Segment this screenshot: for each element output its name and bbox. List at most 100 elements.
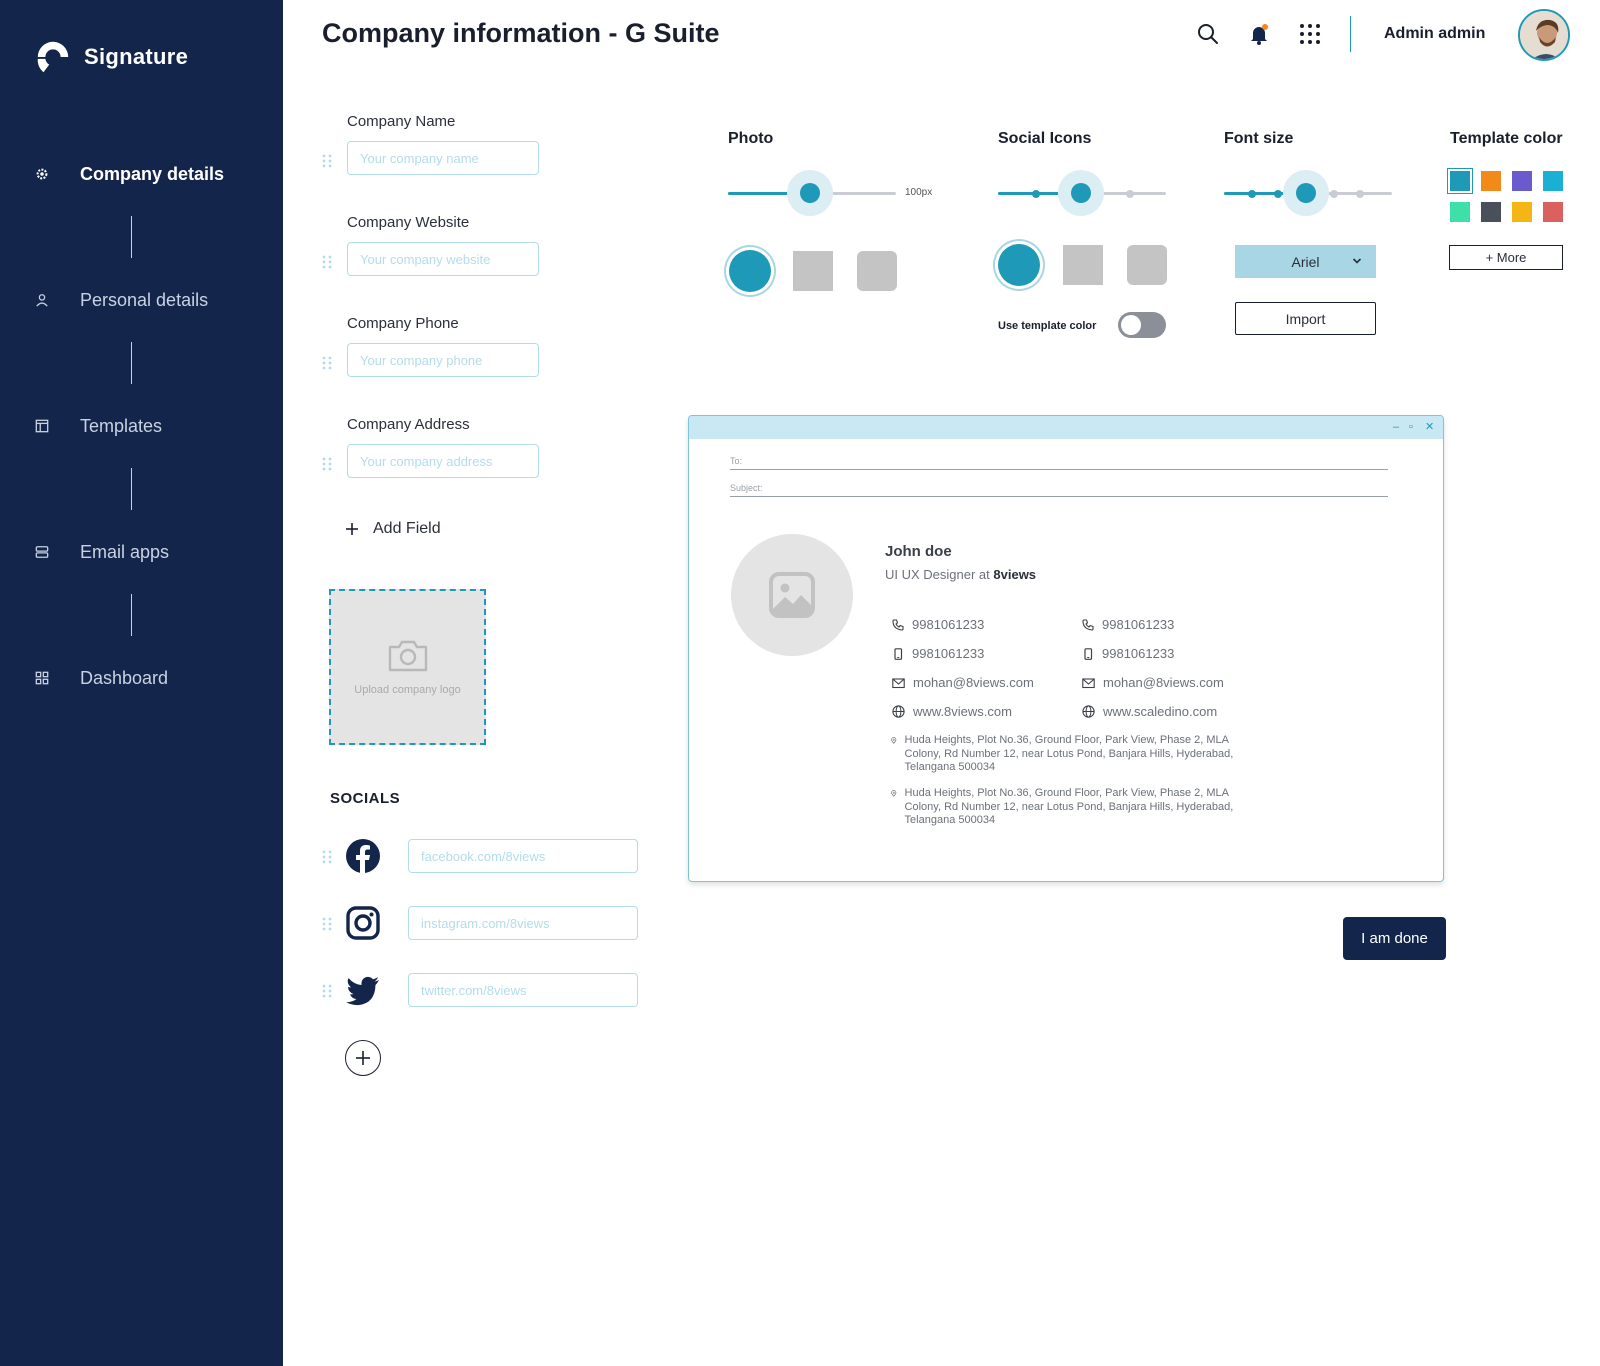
subject-field[interactable]: Subject: (730, 473, 1388, 497)
drag-handle-icon[interactable] (322, 457, 332, 471)
photo-shape-rounded[interactable] (857, 251, 897, 291)
signature-role: UI UX Designer at 8views (885, 567, 1036, 582)
social-shape-rounded[interactable] (1127, 245, 1167, 285)
sidebar-item-email-apps[interactable]: Email apps (34, 534, 169, 570)
color-swatch[interactable] (1481, 171, 1501, 191)
sidebar-item-label: Email apps (80, 541, 170, 562)
color-swatch[interactable] (1450, 202, 1470, 222)
to-field[interactable]: To: (730, 446, 1388, 470)
mail-icon (892, 677, 905, 688)
signature-mobile: 9981061233 (892, 646, 984, 661)
nav-connector (131, 594, 132, 636)
drag-handle-icon[interactable] (322, 850, 332, 864)
color-swatch[interactable] (1543, 202, 1563, 222)
preview-title-bar: – ▫ ✕ (689, 416, 1443, 439)
social-shape-square[interactable] (1063, 245, 1103, 285)
notification-bell-icon[interactable] (1247, 22, 1271, 46)
slider-knob[interactable] (1071, 183, 1091, 203)
facebook-icon (346, 839, 380, 873)
user-name[interactable]: Admin admin (1384, 25, 1485, 43)
font-family-value: Ariel (1291, 253, 1320, 270)
address-text: Huda Heights, Plot No.36, Ground Floor, … (904, 734, 1234, 773)
instagram-url-input[interactable] (408, 906, 638, 940)
phone-text: 9981061233 (1102, 617, 1175, 632)
brand[interactable]: Signature (34, 38, 188, 76)
photo-shape-square[interactable] (793, 251, 833, 291)
company-website-label: Company Website (347, 214, 470, 231)
color-swatch[interactable] (1543, 171, 1563, 191)
stack-icon (34, 544, 50, 560)
more-colors-button[interactable]: + More (1449, 245, 1563, 270)
drag-handle-icon[interactable] (322, 984, 332, 998)
drag-handle-icon[interactable] (322, 154, 332, 168)
color-swatch[interactable] (1512, 171, 1532, 191)
upload-logo-dropzone[interactable]: Upload company logo (329, 589, 486, 745)
company-address-label: Company Address (347, 416, 470, 433)
mobile-text: 9981061233 (1102, 646, 1175, 661)
location-pin-icon (891, 737, 897, 744)
close-icon[interactable]: ✕ (1425, 420, 1434, 434)
company-name-label: Company Name (347, 113, 456, 130)
photo-shape-circle[interactable] (729, 250, 771, 292)
signature-address: Huda Heights, Plot No.36, Ground Floor, … (891, 734, 1251, 775)
company-phone-input[interactable] (347, 343, 539, 377)
drag-handle-icon[interactable] (322, 255, 332, 269)
plus-icon (346, 523, 358, 535)
signature-photo-placeholder (731, 534, 853, 656)
add-social-button[interactable] (345, 1040, 381, 1076)
signature-phone: 9981061233 (892, 617, 984, 632)
sidebar-item-company-details[interactable]: Company details (34, 156, 224, 192)
sidebar-item-personal-details[interactable]: Personal details (34, 282, 208, 318)
add-field-button[interactable]: Add Field (345, 520, 441, 538)
user-icon (34, 292, 50, 308)
sidebar-item-templates[interactable]: Templates (34, 408, 162, 444)
color-swatch[interactable] (1481, 202, 1501, 222)
signature-logo-icon (37, 41, 69, 73)
slider-step (1274, 190, 1282, 198)
instagram-icon (346, 906, 380, 940)
slider-knob[interactable] (1296, 183, 1316, 203)
notification-dot (1262, 24, 1268, 30)
social-icons-title: Social Icons (998, 130, 1092, 147)
avatar[interactable] (1518, 9, 1570, 61)
image-placeholder-icon (769, 572, 815, 618)
slider-step (1126, 190, 1134, 198)
social-shape-circle[interactable] (998, 244, 1040, 286)
website-text: www.scaledino.com (1103, 704, 1218, 719)
search-icon[interactable] (1196, 22, 1220, 46)
nav-connector (131, 468, 132, 510)
sidebar-item-label: Personal details (80, 289, 209, 310)
color-swatch[interactable] (1512, 202, 1532, 222)
template-icon (34, 418, 50, 434)
facebook-url-input[interactable] (408, 839, 638, 873)
template-color-title: Template color (1450, 130, 1563, 147)
header-divider (1350, 16, 1351, 52)
mobile-icon (1084, 647, 1093, 660)
company-address-input[interactable] (347, 444, 539, 478)
photo-title: Photo (728, 130, 774, 147)
email-text: mohan@8views.com (913, 675, 1034, 690)
import-button[interactable]: Import (1235, 302, 1376, 335)
sidebar: Signature Company details Personal detai… (0, 0, 283, 1366)
drag-handle-icon[interactable] (322, 917, 332, 931)
company-name-input[interactable] (347, 141, 539, 175)
color-swatch[interactable] (1450, 171, 1470, 191)
maximize-icon[interactable]: ▫ (1409, 420, 1413, 434)
sidebar-item-dashboard[interactable]: Dashboard (34, 660, 168, 696)
slider-knob[interactable] (800, 183, 820, 203)
done-button[interactable]: I am done (1343, 917, 1446, 960)
socials-title: SOCIALS (330, 790, 401, 807)
company-website-input[interactable] (347, 242, 539, 276)
subject-label: Subject: (730, 483, 763, 493)
signature-name: John doe (885, 543, 952, 560)
camera-icon (388, 640, 427, 672)
use-template-color-toggle[interactable] (1118, 312, 1166, 338)
nav-connector (131, 342, 132, 384)
apps-grid-icon[interactable] (1298, 22, 1322, 46)
drag-handle-icon[interactable] (322, 356, 332, 370)
twitter-url-input[interactable] (408, 973, 638, 1007)
font-family-select[interactable]: Ariel (1235, 245, 1376, 278)
chevron-down-icon (1352, 258, 1362, 264)
minimize-icon[interactable]: – (1393, 420, 1399, 434)
email-text: mohan@8views.com (1103, 675, 1224, 690)
